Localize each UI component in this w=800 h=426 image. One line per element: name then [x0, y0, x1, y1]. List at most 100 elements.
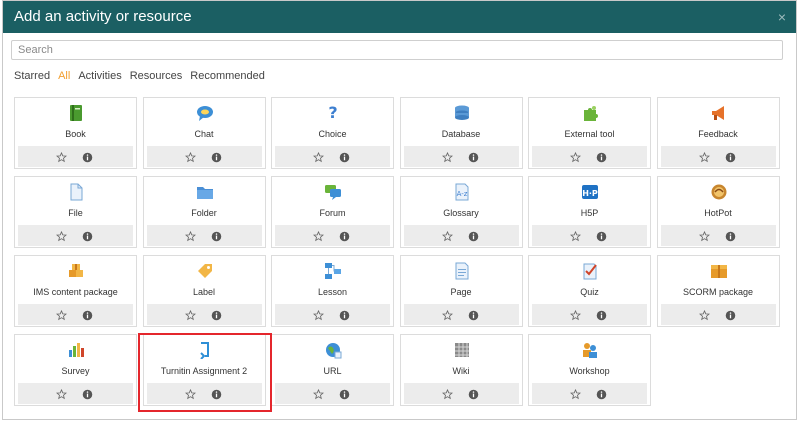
activity-card-footer — [275, 383, 390, 404]
info-icon[interactable] — [339, 387, 350, 400]
star-icon[interactable] — [441, 308, 453, 321]
activity-card-choice[interactable]: ? Choice — [271, 97, 394, 169]
star-icon[interactable] — [55, 387, 68, 400]
activity-card-footer — [18, 383, 133, 404]
activity-label: Label — [192, 287, 216, 297]
star-icon[interactable] — [312, 229, 325, 242]
activity-card-feedback[interactable]: Feedback — [656, 97, 780, 169]
star-icon[interactable] — [569, 387, 582, 400]
highlight-box — [138, 333, 272, 412]
star-icon[interactable] — [569, 150, 582, 163]
star-icon[interactable] — [569, 308, 582, 321]
activity-label: Forum — [319, 208, 346, 218]
activity-card-page[interactable]: Page — [399, 255, 523, 327]
star-icon[interactable] — [312, 150, 325, 163]
activity-card-survey[interactable]: Survey — [14, 334, 137, 406]
activity-label: File — [68, 208, 83, 218]
activity-card-book[interactable]: Book — [14, 97, 137, 169]
activity-card-footer — [532, 304, 647, 325]
star-icon[interactable] — [441, 150, 453, 163]
star-icon[interactable] — [55, 229, 68, 242]
star-icon[interactable] — [569, 229, 582, 242]
activity-card-quiz[interactable]: Quiz — [528, 255, 651, 327]
star-icon[interactable] — [184, 229, 196, 242]
info-icon[interactable] — [468, 308, 479, 321]
info-icon[interactable] — [468, 150, 479, 163]
activity-card-label[interactable]: Label — [142, 255, 266, 327]
dialog-title: Add an activity or resource — [14, 8, 192, 25]
h5p-icon: H·P — [582, 185, 598, 199]
info-icon[interactable] — [596, 387, 607, 400]
svg-text:?: ? — [328, 104, 337, 122]
activity-card-external-tool[interactable]: External tool — [528, 97, 651, 169]
info-icon[interactable] — [211, 229, 222, 242]
star-icon[interactable] — [55, 308, 68, 321]
activity-card-ims-content-package[interactable]: IMS content package — [14, 255, 137, 327]
star-icon[interactable] — [312, 387, 325, 400]
activity-label: Workshop — [569, 366, 610, 376]
book-icon — [70, 105, 82, 121]
info-icon[interactable] — [82, 387, 93, 400]
activity-card-folder[interactable]: Folder — [142, 176, 266, 248]
activity-label: Lesson — [317, 287, 348, 297]
star-icon[interactable] — [698, 308, 710, 321]
activity-card-lesson[interactable]: Lesson — [271, 255, 394, 327]
activity-label: Feedback — [698, 129, 738, 139]
info-icon[interactable] — [596, 150, 607, 163]
star-icon[interactable] — [184, 150, 196, 163]
star-icon[interactable] — [441, 387, 453, 400]
survey-chart-icon — [69, 343, 84, 357]
info-icon[interactable] — [596, 229, 607, 242]
activity-card-database[interactable]: Database — [399, 97, 523, 169]
star-icon[interactable] — [698, 229, 710, 242]
star-icon[interactable] — [698, 150, 710, 163]
info-icon[interactable] — [725, 308, 736, 321]
close-icon[interactable]: × — [778, 10, 786, 24]
activity-label: Wiki — [452, 366, 470, 376]
star-icon[interactable] — [184, 308, 196, 321]
activity-card-footer — [403, 225, 519, 246]
activity-label: External tool — [564, 129, 615, 139]
activity-card-hotpot[interactable]: HotPot — [656, 176, 780, 248]
activity-card-footer — [275, 225, 390, 246]
tab-resources[interactable]: Resources — [130, 70, 183, 84]
tab-starred[interactable]: Starred — [14, 70, 50, 84]
info-icon[interactable] — [82, 150, 93, 163]
activity-card-footer — [275, 146, 390, 167]
info-icon[interactable] — [725, 229, 736, 242]
activity-card-footer — [660, 304, 776, 325]
activity-card-url[interactable]: URL — [271, 334, 394, 406]
info-icon[interactable] — [82, 308, 93, 321]
info-icon[interactable] — [211, 308, 222, 321]
choice-icon: ? — [328, 104, 337, 122]
info-icon[interactable] — [339, 150, 350, 163]
activity-card-h5p[interactable]: H·P H5P — [528, 176, 651, 248]
activity-card-wiki[interactable]: Wiki — [399, 334, 523, 406]
info-icon[interactable] — [339, 308, 350, 321]
folder-icon — [196, 187, 213, 199]
info-icon[interactable] — [725, 150, 736, 163]
label-tag-icon — [197, 264, 212, 278]
activity-card-forum[interactable]: Forum — [271, 176, 394, 248]
star-icon[interactable] — [312, 308, 325, 321]
activity-label: H5P — [580, 208, 599, 218]
chat-icon — [196, 106, 213, 121]
info-icon[interactable] — [339, 229, 350, 242]
activity-card-scorm-package[interactable]: SCORM package — [656, 255, 780, 327]
tab-activities[interactable]: Activities — [78, 70, 121, 84]
tab-recommended[interactable]: Recommended — [190, 70, 265, 84]
info-icon[interactable] — [82, 229, 93, 242]
info-icon[interactable] — [468, 387, 479, 400]
tab-all[interactable]: All — [58, 70, 70, 84]
info-icon[interactable] — [211, 150, 222, 163]
star-icon[interactable] — [55, 150, 68, 163]
activity-card-file[interactable]: File — [14, 176, 137, 248]
activity-card-footer — [660, 225, 776, 246]
search-input[interactable] — [11, 40, 783, 60]
activity-card-glossary[interactable]: A-z Glossary — [399, 176, 523, 248]
info-icon[interactable] — [468, 229, 479, 242]
info-icon[interactable] — [596, 308, 607, 321]
activity-card-chat[interactable]: Chat — [142, 97, 266, 169]
star-icon[interactable] — [441, 229, 453, 242]
activity-card-workshop[interactable]: Workshop — [528, 334, 651, 406]
